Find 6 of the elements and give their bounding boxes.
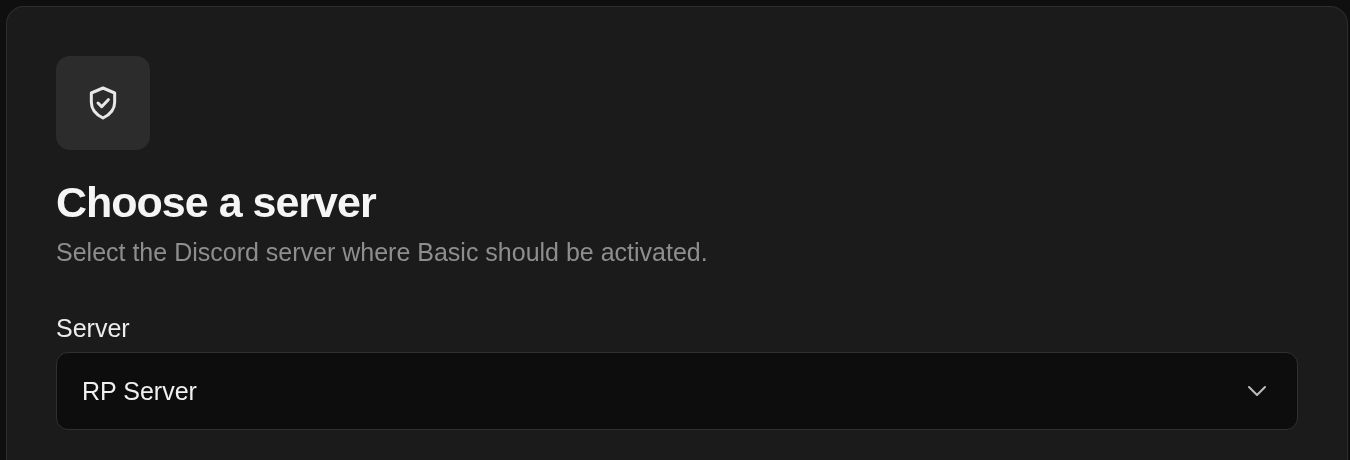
dialog-subtitle: Select the Discord server where Basic should be activated. (56, 237, 709, 268)
server-select[interactable]: RP Server (56, 352, 1298, 430)
chevron-down-icon (1247, 385, 1267, 397)
dialog-title: Choose a server (56, 177, 377, 228)
shield-check-icon (56, 56, 150, 150)
field-label: Server (56, 313, 131, 344)
